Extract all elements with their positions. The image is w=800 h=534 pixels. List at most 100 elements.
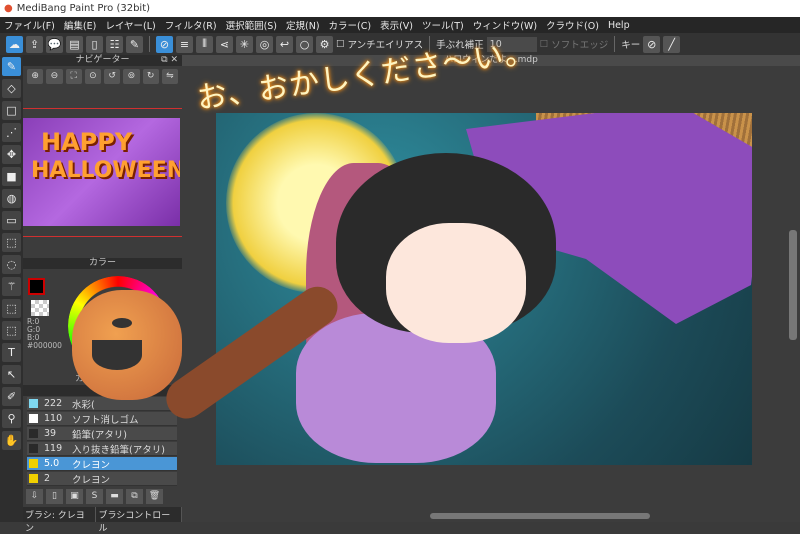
comment-icon[interactable]: 💬 [46,35,63,53]
brush-color-swatch [29,399,38,408]
brush-item[interactable]: 222 水彩( [27,397,177,411]
brush-color-swatch [29,429,38,438]
color-title: カラー [88,258,116,268]
rotate-slider[interactable] [23,236,182,237]
fill-rect-tool-icon[interactable]: ■ [2,167,21,186]
rotate-reset-icon[interactable]: ⊚ [123,69,140,84]
foreground-color[interactable] [28,278,45,295]
share-icon[interactable]: ⇪ [26,35,43,53]
transparent-color[interactable] [31,300,49,316]
concentric-snap-icon[interactable]: ◎ [256,35,273,53]
line-icon[interactable]: ╱ [663,35,681,53]
divide-tool-icon[interactable]: ✐ [2,387,21,406]
divider [149,36,150,52]
menu-tool[interactable]: ツール(T) [422,18,464,32]
menu-bar: ファイル(F) 編集(E) レイヤー(L) フィルタ(R) 選択範囲(S) 定規… [0,17,800,33]
ellipse-snap-icon[interactable]: ○ [296,35,313,53]
new-brush-icon[interactable]: ▯ [46,489,63,504]
menu-select[interactable]: 選択範囲(S) [226,18,277,32]
eraser-tool-icon[interactable]: ◇ [2,79,21,98]
rotate-left-icon[interactable]: ↺ [104,69,121,84]
lasso-icon[interactable]: ◌ [2,255,21,274]
brush-color-swatch [29,414,38,423]
pumpkin-eye [112,318,132,328]
vertical-scrollbar[interactable] [789,230,797,340]
snap-settings-icon[interactable]: ⚙ [316,35,333,53]
brush-item[interactable]: 39 鉛筆(アタリ) [27,427,177,441]
dot-tool-icon[interactable]: ⋰ [2,123,21,142]
close-icon[interactable]: ⧉ ✕ [161,55,178,66]
brush-name: クレヨン [72,459,111,471]
page-edit-icon[interactable]: ✎ [126,35,143,53]
menu-cloud[interactable]: クラウド(O) [546,18,599,32]
select-pen-icon[interactable]: ⬚ [2,299,21,318]
menu-ruler[interactable]: 定規(N) [286,18,320,32]
brush-size: 222 [44,398,63,409]
title-bar: ● MediBang Paint Pro (32bit) [0,0,800,17]
curve-snap-icon[interactable]: ↩ [276,35,293,53]
brush-item[interactable]: 119 入り抜き鉛筆(アタリ) [27,442,177,456]
note-icon[interactable]: ▤ [66,35,83,53]
parallel-snap-icon[interactable]: ≡ [176,35,193,53]
menu-view[interactable]: 表示(V) [380,18,413,32]
menu-help[interactable]: Help [608,20,630,31]
navigator-preview[interactable]: HAPPY HALLOWEEN [23,118,180,226]
move-tool-icon[interactable]: ✥ [2,145,21,164]
zoom-in-icon[interactable]: ⊕ [27,69,44,84]
page-icon[interactable]: ▯ [86,35,103,53]
menu-color[interactable]: カラー(C) [329,18,372,32]
flip-icon[interactable]: ⇋ [161,69,178,84]
script-brush-icon[interactable]: S [86,489,103,504]
horizontal-scrollbar[interactable] [430,513,650,519]
hex-value: #000000 [27,341,62,350]
fit-icon[interactable]: ⛶ [65,69,82,84]
text-tool-icon[interactable]: T [2,343,21,362]
tab-brush[interactable]: ブラシ: クレヨン [23,507,97,534]
brush-size: 110 [44,413,63,424]
rectangle-tool-icon[interactable]: □ [2,101,21,120]
snap-off-icon[interactable]: ⊘ [156,35,173,53]
cloud-icon[interactable]: ☁ [6,35,23,53]
brush-item-selected[interactable]: 5.0 クレヨン [27,457,177,471]
radial-snap-icon[interactable]: ✳ [236,35,253,53]
rotate-right-icon[interactable]: ↻ [142,69,159,84]
menu-edit[interactable]: 編集(E) [64,18,96,32]
select-rect-icon[interactable]: ⬚ [2,233,21,252]
key-label: キー [621,40,641,51]
brush-item[interactable]: 2 クレヨン [27,472,177,486]
eyedropper-icon[interactable]: ⚲ [2,409,21,428]
zoom-out-icon[interactable]: ⊖ [46,69,63,84]
perspective-snap-icon[interactable]: ⋖ [216,35,233,53]
duplicate-icon[interactable]: ⧉ [126,489,143,504]
gradient-tool-icon[interactable]: ▭ [2,211,21,230]
menu-file[interactable]: ファイル(F) [4,18,55,32]
no-entry-icon[interactable]: ⊘ [643,35,661,53]
antialias-checkbox[interactable]: ☐ [336,39,345,50]
magic-wand-icon[interactable]: ⚚ [2,277,21,296]
brush-item[interactable]: 110 ソフト消しゴム [27,412,177,426]
menu-layer[interactable]: レイヤー(L) [105,18,155,32]
cloud-download-icon[interactable]: ⇩ [26,489,43,504]
trash-icon[interactable]: 🗑 [146,489,163,504]
operation-tool-icon[interactable]: ↖ [2,365,21,384]
bucket-tool-icon[interactable]: ◍ [2,189,21,208]
brush-size: 39 [44,428,57,439]
tab-brush-control[interactable]: ブラシコントロール [96,507,182,534]
pumpkin [72,290,182,400]
folder-icon[interactable]: ▬ [106,489,123,504]
zoom-slider[interactable] [23,108,182,109]
soft-edge-checkbox[interactable]: ☐ [540,39,549,50]
hand-tool-icon[interactable]: ✋ [2,431,21,450]
soft-edge-label: ソフトエッジ [551,40,609,51]
select-eraser-icon[interactable]: ⬚ [2,321,21,340]
page-list-icon[interactable]: ☷ [106,35,123,53]
illustration[interactable] [216,113,752,465]
brush-size: 119 [44,443,63,454]
vertical-snap-icon[interactable]: ⦀ [196,35,213,53]
actual-size-icon[interactable]: ⊙ [84,69,101,84]
add-brush-icon[interactable]: ▣ [66,489,83,504]
brush-name: クレヨン [72,474,111,486]
navigator-buttons: ⊕ ⊖ ⛶ ⊙ ↺ ⊚ ↻ ⇋ [23,66,182,86]
menu-filter[interactable]: フィルタ(R) [165,18,217,32]
brush-tool-icon[interactable]: ✎ [2,57,21,76]
